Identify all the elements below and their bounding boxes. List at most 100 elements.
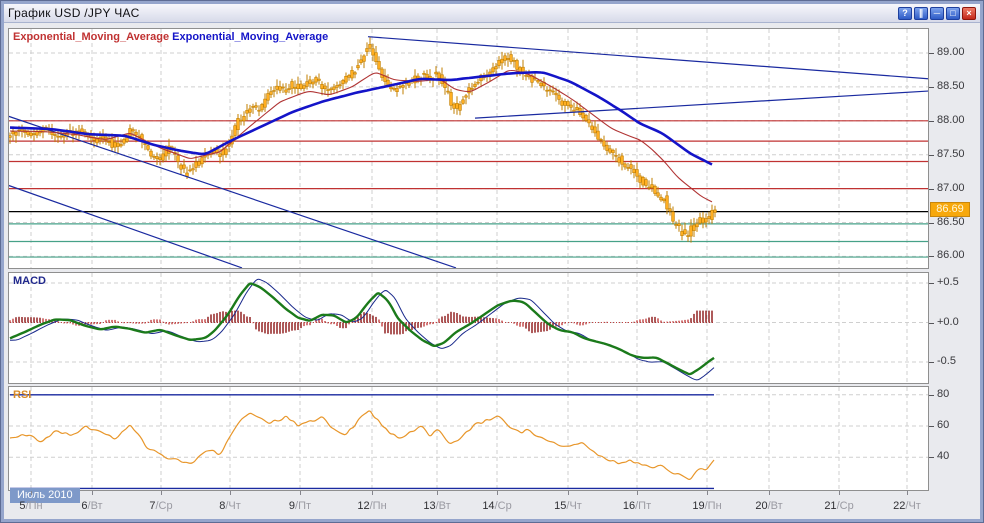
- axis-tick-label: 87.50: [937, 148, 965, 160]
- maximize-button[interactable]: □: [946, 7, 960, 20]
- date-label-day: 14: [482, 500, 494, 512]
- date-label: 6/Вт: [81, 500, 102, 512]
- axis-tick-mark: [929, 457, 934, 458]
- date-tick-mark: [31, 491, 32, 495]
- date-label-weekday: /Вт: [436, 500, 451, 512]
- help-button[interactable]: ?: [898, 7, 912, 20]
- date-label-day: 22: [893, 500, 905, 512]
- price-chart-canvas[interactable]: [9, 29, 928, 268]
- date-label-weekday: /Пт: [635, 500, 651, 512]
- axis-tick-mark: [929, 53, 934, 54]
- axis-tick-mark: [929, 395, 934, 396]
- axis-tick-mark: [929, 121, 934, 122]
- rsi-canvas[interactable]: [9, 387, 928, 490]
- axis-tick-label: 86.50: [937, 216, 965, 228]
- legend-ema-slow: Exponential_Moving_Average: [172, 31, 328, 43]
- titlebar[interactable]: График USD /JPY ЧАС ? ∥ ─ □ ×: [4, 4, 980, 23]
- date-label-weekday: /Вт: [88, 500, 103, 512]
- axis-tick-label: 80: [937, 388, 949, 400]
- date-label: 5/Пн: [19, 500, 42, 512]
- macd-panel[interactable]: MACD: [8, 272, 929, 384]
- date-tick-mark: [568, 491, 569, 495]
- axis-tick-label: 88.50: [937, 80, 965, 92]
- date-label: 12/Пн: [357, 500, 386, 512]
- axis-tick-mark: [929, 155, 934, 156]
- date-label: 21/Ср: [824, 500, 853, 512]
- date-label: 8/Чт: [219, 500, 241, 512]
- axis-tick-label: 86.00: [937, 249, 965, 261]
- date-label-weekday: /Ср: [156, 500, 173, 512]
- date-tick-mark: [907, 491, 908, 495]
- rsi-label: RSI: [13, 389, 31, 401]
- date-tick-mark: [437, 491, 438, 495]
- rsi-panel[interactable]: RSI: [8, 386, 929, 491]
- date-label: 13/Вт: [423, 500, 450, 512]
- minimize-button[interactable]: ─: [930, 7, 944, 20]
- macd-histogram: [10, 311, 712, 335]
- date-label-day: 12: [357, 500, 369, 512]
- date-label: 16/Пт: [623, 500, 651, 512]
- gridlines: [9, 273, 928, 383]
- date-label-weekday: /Вт: [768, 500, 783, 512]
- window-controls: ? ∥ ─ □ ×: [898, 7, 976, 20]
- pause-button[interactable]: ∥: [914, 7, 928, 20]
- close-button[interactable]: ×: [962, 7, 976, 20]
- axis-tick-label: 60: [937, 419, 949, 431]
- axis-tick-mark: [929, 323, 934, 324]
- date-label-weekday: /Ср: [837, 500, 854, 512]
- current-price-badge: 86.69: [930, 202, 970, 217]
- axis-tick-label: +0.5: [937, 276, 959, 288]
- axis-tick-label: 89.00: [937, 46, 965, 58]
- date-label-day: 16: [623, 500, 635, 512]
- axis-tick-mark: [929, 189, 934, 190]
- gridlines: [9, 387, 928, 490]
- axis-tick-mark: [929, 283, 934, 284]
- date-tick-mark: [300, 491, 301, 495]
- value-axis: 86.69 89.00 88.50 88.00 87.50 87.00 86.50 86.0…: [929, 0, 984, 523]
- axis-tick-mark: [929, 223, 934, 224]
- date-label-weekday: /Чт: [905, 500, 920, 512]
- date-label-weekday: /Пт: [295, 500, 311, 512]
- date-label-weekday: /Ср: [495, 500, 512, 512]
- date-label: 7/Ср: [149, 500, 172, 512]
- axis-tick-mark: [929, 426, 934, 427]
- date-label: 9/Пт: [289, 500, 311, 512]
- date-tick-mark: [497, 491, 498, 495]
- date-label-day: 20: [755, 500, 767, 512]
- date-tick-mark: [372, 491, 373, 495]
- rsi-levels: [10, 395, 714, 489]
- axis-tick-label: 40: [937, 450, 949, 462]
- date-label-day: 13: [423, 500, 435, 512]
- trendlines: [9, 37, 928, 268]
- macd-canvas[interactable]: [9, 273, 928, 383]
- axis-tick-label: 87.00: [937, 182, 965, 194]
- date-tick-mark: [769, 491, 770, 495]
- date-label-day: 19: [692, 500, 704, 512]
- axis-tick-label: 88.00: [937, 114, 965, 126]
- date-label: 19/Пн: [692, 500, 721, 512]
- date-label-weekday: /Чт: [566, 500, 581, 512]
- date-label-day: 15: [554, 500, 566, 512]
- axis-tick-mark: [929, 362, 934, 363]
- date-label: 22/Чт: [893, 500, 921, 512]
- chart-window: График USD /JPY ЧАС ? ∥ ─ □ × Exponentia…: [0, 0, 984, 523]
- date-tick-mark: [92, 491, 93, 495]
- axis-tick-mark: [929, 256, 934, 257]
- date-tick-mark: [161, 491, 162, 495]
- date-label: 15/Чт: [554, 500, 582, 512]
- macd-signal-line: [10, 279, 714, 380]
- date-tick-mark: [839, 491, 840, 495]
- date-tick-mark: [637, 491, 638, 495]
- axis-tick-label: +0.0: [937, 316, 959, 328]
- date-tick-mark: [230, 491, 231, 495]
- indicator-legend: Exponential_Moving_Average Exponential_M…: [13, 31, 328, 43]
- date-label-weekday: /Пн: [370, 500, 387, 512]
- date-tick-mark: [707, 491, 708, 495]
- date-label-weekday: /Пн: [26, 500, 43, 512]
- price-chart-panel[interactable]: Exponential_Moving_Average Exponential_M…: [8, 28, 929, 269]
- date-label: 20/Вт: [755, 500, 782, 512]
- window-title: График USD /JPY ЧАС: [8, 6, 140, 20]
- axis-tick-mark: [929, 87, 934, 88]
- date-label-weekday: /Пн: [705, 500, 722, 512]
- date-axis: Июль 2010 5/Пн6/Вт7/Ср8/Чт9/Пт12/Пн13/Вт…: [8, 491, 929, 522]
